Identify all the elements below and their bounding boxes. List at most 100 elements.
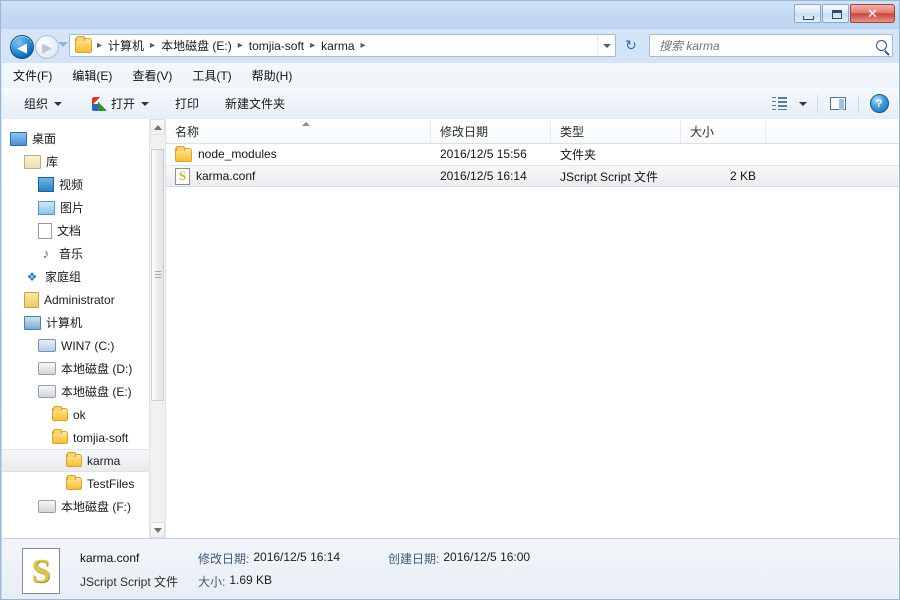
sidebar-item-计算机[interactable]: 计算机 xyxy=(2,311,165,334)
sidebar-item-桌面[interactable]: 桌面 xyxy=(2,127,165,150)
sidebar-item-label: 本地磁盘 (F:) xyxy=(61,500,131,514)
file-type-cell: JScript Script 文件 xyxy=(560,169,659,184)
menu-view[interactable]: 查看(V) xyxy=(123,64,181,87)
breadcrumb-separator: ▸ xyxy=(97,40,103,51)
column-header-name[interactable]: 名称 xyxy=(166,119,431,143)
minimize-icon xyxy=(803,16,814,20)
scrollbar-grip-icon xyxy=(155,271,161,279)
sidebar-item-karma[interactable]: karma xyxy=(2,449,165,472)
preview-pane-button[interactable] xyxy=(825,93,851,115)
chevron-down-icon xyxy=(54,101,63,106)
breadcrumb-item-computer[interactable]: 计算机 xyxy=(105,35,147,56)
menu-edit[interactable]: 编辑(E) xyxy=(63,64,121,87)
breadcrumb-item-karma[interactable]: karma xyxy=(318,37,357,55)
sidebar-item-label: Administrator xyxy=(44,292,115,307)
column-header-modified[interactable]: 修改日期 xyxy=(431,119,551,143)
sidebar-item-音乐[interactable]: ♪ 音乐 xyxy=(2,242,165,265)
refresh-button[interactable]: ↻ xyxy=(620,35,642,56)
file-name-label: node_modules xyxy=(198,147,277,161)
sidebar-item-本地磁盘e[interactable]: 本地磁盘 (E:) xyxy=(2,380,165,403)
address-bar[interactable]: ▸ 计算机 ▸ 本地磁盘 (E:) ▸ tomjia-soft ▸ karma … xyxy=(69,34,616,57)
file-type-cell: 文件夹 xyxy=(560,147,597,162)
sidebar-item-label: 库 xyxy=(46,155,59,169)
homegroup-icon: ❖ xyxy=(26,269,38,284)
view-options-button[interactable] xyxy=(766,93,792,115)
sidebar-item-label: ok xyxy=(73,407,86,422)
jscript-file-icon xyxy=(175,167,190,185)
sidebar-item-视频[interactable]: 视频 xyxy=(2,173,165,196)
sidebar-item-testfiles[interactable]: TestFiles xyxy=(2,472,165,495)
pictures-icon xyxy=(38,200,55,215)
sidebar-item-图片[interactable]: 图片 xyxy=(2,196,165,219)
close-button[interactable]: ✕ xyxy=(850,4,895,23)
sidebar-item-label: 视频 xyxy=(59,178,84,192)
forward-button[interactable]: ▶ xyxy=(35,35,59,59)
system-drive-icon xyxy=(38,339,56,352)
back-button[interactable]: ◀ xyxy=(10,35,34,59)
maximize-icon xyxy=(832,10,842,19)
view-options-dropdown[interactable] xyxy=(794,93,810,115)
breadcrumb-item-tomjia-soft[interactable]: tomjia-soft xyxy=(246,37,307,55)
menu-file[interactable]: 文件(F) xyxy=(4,64,61,87)
table-row[interactable]: karma.conf 2016/12/5 16:14 JScript Script … xyxy=(166,165,899,187)
details-created-group: 创建日期: 2016/12/5 16:00 xyxy=(388,550,530,567)
scroll-down-button[interactable] xyxy=(150,522,165,538)
details-created-value: 2016/12/5 16:00 xyxy=(443,549,531,564)
details-file-name: karma.conf xyxy=(80,551,140,565)
breadcrumb-item-drive-e[interactable]: 本地磁盘 (E:) xyxy=(158,35,235,56)
new-folder-button[interactable]: 新建文件夹 xyxy=(217,93,293,115)
folder-icon xyxy=(75,36,92,53)
sidebar-item-库[interactable]: 库 xyxy=(2,150,165,173)
chevron-down-icon xyxy=(141,101,150,106)
folder-icon xyxy=(52,406,68,421)
folder-icon xyxy=(52,429,68,444)
search-input[interactable] xyxy=(657,37,870,54)
search-icon[interactable] xyxy=(870,40,892,51)
window-controls: ✕ xyxy=(793,4,895,23)
menu-tools[interactable]: 工具(T) xyxy=(183,64,240,87)
column-header-size[interactable]: 大小 xyxy=(681,119,766,143)
help-icon: ? xyxy=(869,94,889,113)
scroll-up-button[interactable] xyxy=(150,119,165,135)
table-row[interactable]: node_modules 2016/12/5 15:56 文件夹 xyxy=(166,143,899,165)
maximize-button[interactable] xyxy=(822,4,849,23)
open-with-icon xyxy=(92,96,108,111)
file-list-pane: 名称 修改日期 类型 大小 node_modules 2016/12/5 15:5… xyxy=(165,119,899,538)
sidebar-item-label: 文档 xyxy=(57,224,82,238)
scrollbar-thumb[interactable] xyxy=(151,149,164,401)
details-pane: S karma.conf 修改日期: 2016/12/5 16:14 创建日期:… xyxy=(2,538,899,599)
organize-button[interactable]: 组织 xyxy=(16,93,70,115)
sidebar-item-本地磁盘d[interactable]: 本地磁盘 (D:) xyxy=(2,357,165,380)
minimize-button[interactable] xyxy=(794,4,821,23)
chevron-down-icon xyxy=(799,101,807,106)
search-box[interactable] xyxy=(649,34,893,57)
column-headers: 名称 修改日期 类型 大小 xyxy=(166,119,899,144)
computer-icon xyxy=(24,315,41,330)
sidebar-item-tomjia-soft[interactable]: tomjia-soft xyxy=(2,426,165,449)
navigation-scrollbar[interactable] xyxy=(149,119,166,538)
column-header-type[interactable]: 类型 xyxy=(551,119,681,143)
sidebar-item-ok[interactable]: ok xyxy=(2,403,165,426)
sidebar-item-label: TestFiles xyxy=(87,476,135,491)
breadcrumb: ▸ 计算机 ▸ 本地磁盘 (E:) ▸ tomjia-soft ▸ karma … xyxy=(94,35,597,56)
print-button[interactable]: 打印 xyxy=(167,93,207,115)
sidebar-item-本地磁盘f[interactable]: 本地磁盘 (F:) xyxy=(2,495,165,518)
new-folder-label: 新建文件夹 xyxy=(225,97,286,111)
sidebar-item-家庭组[interactable]: ❖ 家庭组 xyxy=(2,265,165,288)
recent-pages-chevron-down-icon[interactable] xyxy=(58,42,68,47)
user-icon xyxy=(24,291,39,308)
sidebar-item-label: 图片 xyxy=(60,201,85,215)
help-button[interactable]: ? xyxy=(866,93,892,115)
address-dropdown-button[interactable] xyxy=(597,35,615,56)
sidebar-item-label: tomjia-soft xyxy=(73,430,129,445)
caret-down-icon xyxy=(153,527,162,533)
sidebar-item-win7c[interactable]: WIN7 (C:) xyxy=(2,334,165,357)
sidebar-item-文档[interactable]: 文档 xyxy=(2,219,165,242)
folder-icon xyxy=(66,452,82,467)
menu-help[interactable]: 帮助(H) xyxy=(243,64,302,87)
drive-icon xyxy=(38,362,56,375)
sidebar-item-administrator[interactable]: Administrator xyxy=(2,288,165,311)
library-icon xyxy=(24,154,41,169)
open-button[interactable]: 打开 xyxy=(84,93,157,115)
details-line-secondary: JScript Script 文件 大小: 1.69 KB xyxy=(80,573,530,590)
